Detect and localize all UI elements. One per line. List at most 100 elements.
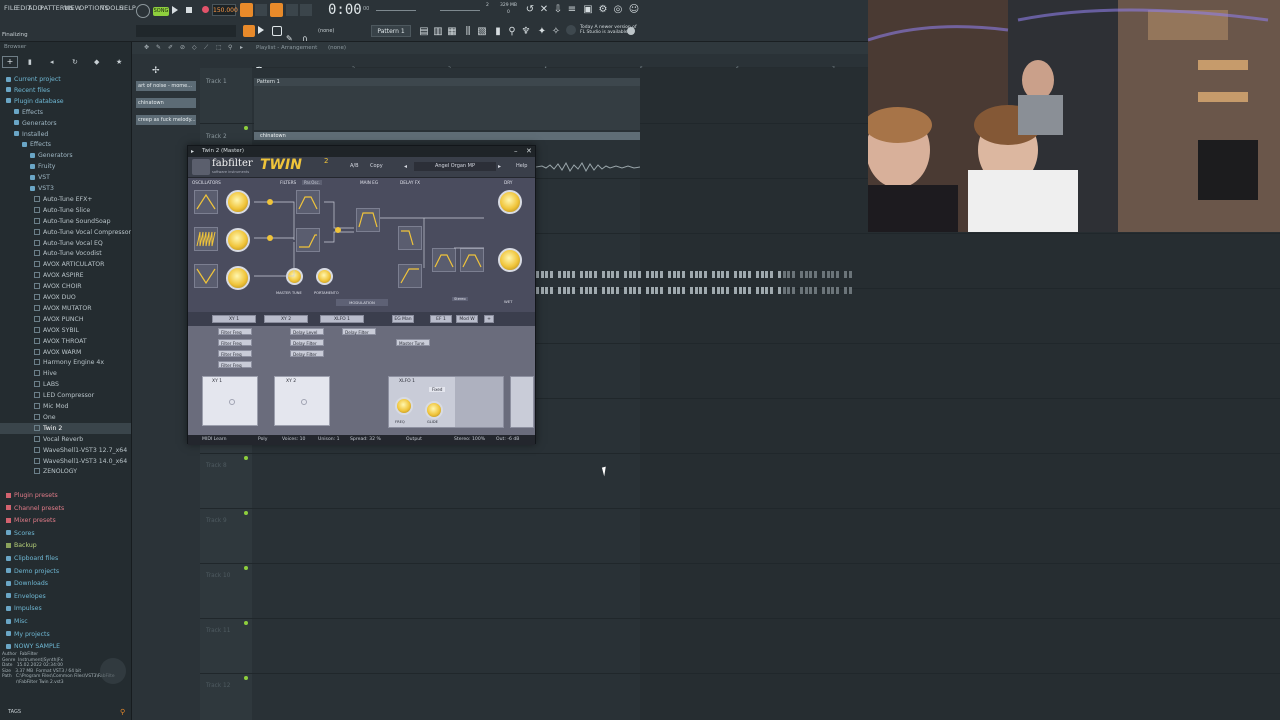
step-note[interactable] — [769, 271, 773, 278]
step-note[interactable] — [712, 271, 715, 278]
step-note[interactable] — [712, 287, 715, 294]
plugin-menu-icon[interactable]: ▸ — [191, 146, 194, 157]
step-note[interactable] — [602, 287, 605, 294]
browser-item[interactable]: Twin 2 — [0, 422, 131, 434]
playlist-delete-icon[interactable]: ⊘ — [180, 44, 185, 51]
mixer-icon[interactable]: ⇩ — [552, 4, 564, 16]
browser-refresh-icon[interactable]: ↻ — [72, 58, 78, 66]
step-note[interactable] — [580, 287, 583, 294]
browser-folder[interactable]: Misc — [0, 616, 131, 627]
browser-item[interactable]: Auto-Tune SoundSoap — [0, 216, 131, 227]
step-note[interactable] — [690, 271, 693, 278]
step-note[interactable] — [681, 271, 685, 278]
step-note[interactable] — [659, 271, 663, 278]
track-mute-led[interactable] — [244, 566, 248, 570]
step-note[interactable] — [738, 287, 742, 294]
browser-view-icon[interactable]: ◆ — [94, 58, 99, 66]
track-label[interactable]: Track 9 — [206, 518, 227, 524]
mod-target-slot[interactable]: Delay Filter — [342, 328, 376, 335]
add-mod-source-button[interactable]: + — [484, 315, 494, 323]
track-label[interactable]: Track 8 — [206, 463, 227, 469]
osc2-level-knob[interactable] — [226, 228, 250, 252]
record-icon[interactable] — [202, 6, 209, 13]
tempo-tapper-icon[interactable]: ✧ — [550, 26, 562, 38]
step-note[interactable] — [580, 271, 583, 278]
audio-waveform[interactable] — [535, 158, 641, 173]
step-note[interactable] — [809, 271, 812, 278]
step-note[interactable] — [540, 271, 544, 278]
step-note[interactable] — [782, 287, 786, 294]
master-volume-slider[interactable] — [376, 10, 416, 11]
pattern-item[interactable]: creep as fuck melody... — [136, 115, 196, 125]
mod-tab[interactable]: Mod W — [456, 315, 478, 323]
step-note[interactable] — [549, 271, 553, 278]
step-note[interactable] — [756, 287, 759, 294]
undo-icon[interactable]: ↺ — [524, 4, 536, 16]
track-mute-led[interactable] — [244, 621, 248, 625]
browser-item[interactable]: LED Compressor — [0, 390, 131, 401]
osc2-wave-saw[interactable] — [194, 227, 218, 251]
step-note[interactable] — [593, 271, 597, 278]
pattern-pick-icon[interactable] — [243, 25, 255, 37]
step-note[interactable] — [791, 287, 795, 294]
browser-folder[interactable]: Envelopes — [0, 591, 131, 602]
mod-tab[interactable]: XY 1 — [212, 315, 256, 323]
browser-item[interactable]: Plugin database — [0, 96, 131, 107]
menu-help[interactable]: HELP — [119, 4, 136, 12]
browser-item[interactable]: Hive — [0, 368, 131, 379]
osc3-level-knob[interactable] — [226, 266, 250, 290]
browser-folder[interactable]: Plugin presets — [0, 490, 131, 501]
step-note[interactable] — [668, 271, 671, 278]
cut-icon[interactable]: ✕ — [538, 4, 550, 16]
step-note[interactable] — [743, 287, 746, 294]
mod-target-slot[interactable]: Filter Freq — [218, 328, 252, 335]
osc1-wave-triangle[interactable] — [194, 190, 218, 214]
step-note[interactable] — [765, 287, 768, 294]
modulation-toggle[interactable]: MODULATION — [336, 299, 388, 306]
step-note[interactable] — [558, 287, 561, 294]
plugin-database-icon[interactable]: ▮ — [492, 26, 504, 38]
clip-pattern-1[interactable]: Pattern 1 — [254, 78, 640, 86]
mod-tab[interactable]: XLFO 1 — [320, 315, 364, 323]
step-note[interactable] — [606, 287, 610, 294]
step-note[interactable] — [822, 271, 825, 278]
browser-item[interactable]: VST — [0, 172, 131, 183]
clip-pattern-1-body[interactable] — [254, 86, 640, 130]
step-note[interactable] — [655, 287, 658, 294]
browser-item[interactable]: Effects — [0, 139, 131, 150]
browser-star-icon[interactable]: ★ — [116, 58, 122, 66]
step-note[interactable] — [633, 271, 636, 278]
step-note[interactable] — [734, 287, 737, 294]
step-note[interactable] — [637, 271, 641, 278]
browser-folder[interactable]: Mixer presets — [0, 515, 131, 526]
xy-pad-1[interactable] — [202, 376, 258, 426]
mod-slot-extra[interactable] — [510, 376, 534, 428]
playlist-select-icon[interactable]: ⬚ — [216, 44, 222, 51]
step-note[interactable] — [589, 271, 592, 278]
step-note[interactable] — [545, 287, 548, 294]
browser-back-icon[interactable]: ◂ — [50, 58, 54, 66]
step-note[interactable] — [826, 287, 830, 294]
step-note[interactable] — [699, 271, 702, 278]
step-note[interactable] — [650, 287, 654, 294]
browser-item[interactable]: Auto-Tune EFX+ — [0, 194, 131, 205]
preset-next-icon[interactable]: ▸ — [498, 163, 501, 170]
step-note[interactable] — [624, 271, 627, 278]
step-note[interactable] — [633, 287, 636, 294]
step-note[interactable] — [765, 271, 768, 278]
browser-item[interactable]: Current project — [0, 74, 131, 85]
snap-magnet-icon[interactable]: ∩ — [302, 26, 312, 43]
step-note[interactable] — [787, 287, 790, 294]
stereo-setting[interactable]: Stereo: 100% — [454, 435, 485, 445]
mod-target-slot[interactable]: Master Tune — [396, 339, 430, 346]
stop-icon[interactable] — [186, 7, 192, 13]
browser-search-icon[interactable]: ⚲ — [120, 708, 125, 716]
step-note[interactable] — [571, 287, 575, 294]
pattern-play-icon[interactable] — [258, 26, 264, 34]
xy-pad-1-dot-icon[interactable] — [229, 399, 235, 405]
mod-target-slot[interactable]: Delay Filter — [290, 350, 324, 357]
help-button[interactable]: Help — [516, 163, 527, 169]
browser-folder[interactable]: Clipboard files — [0, 553, 131, 564]
minimize-icon[interactable]: – — [514, 146, 518, 157]
track-label[interactable]: Track 12 — [206, 683, 230, 689]
